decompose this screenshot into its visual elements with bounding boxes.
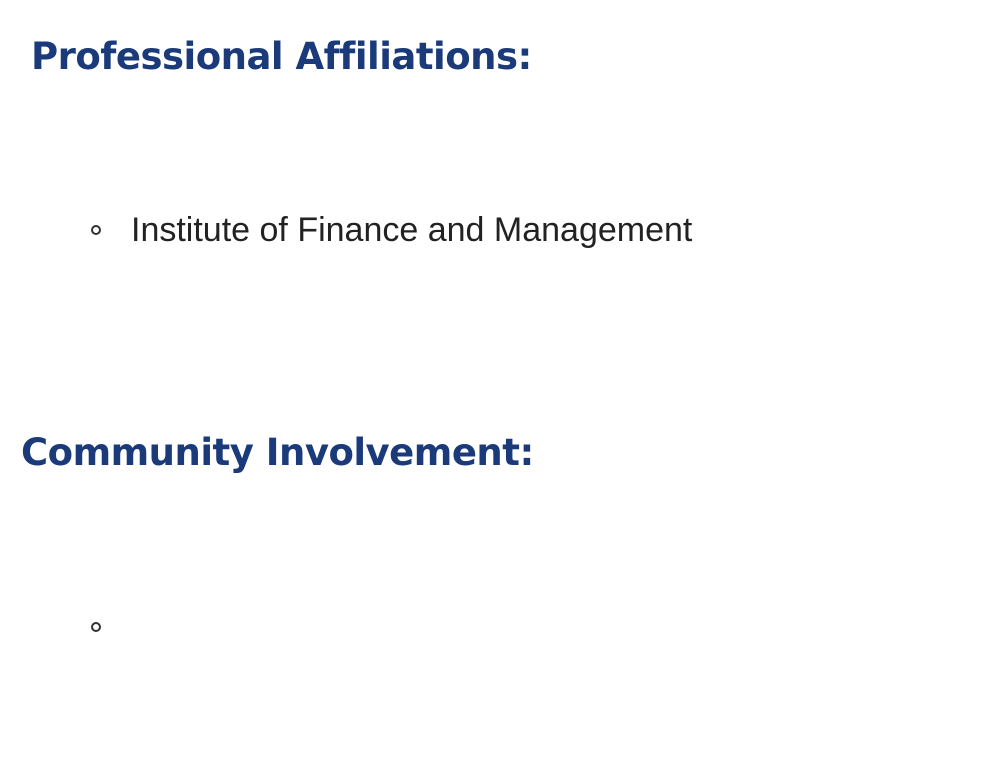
- section-heading-community-involvement: Community Involvement:: [21, 431, 534, 474]
- list-bullet-icon: [91, 622, 101, 632]
- list-item-affiliation: Institute of Finance and Management: [131, 211, 693, 249]
- list-bullet-icon: [91, 225, 101, 235]
- section-heading-professional-affiliations: Professional Affiliations:: [31, 35, 532, 78]
